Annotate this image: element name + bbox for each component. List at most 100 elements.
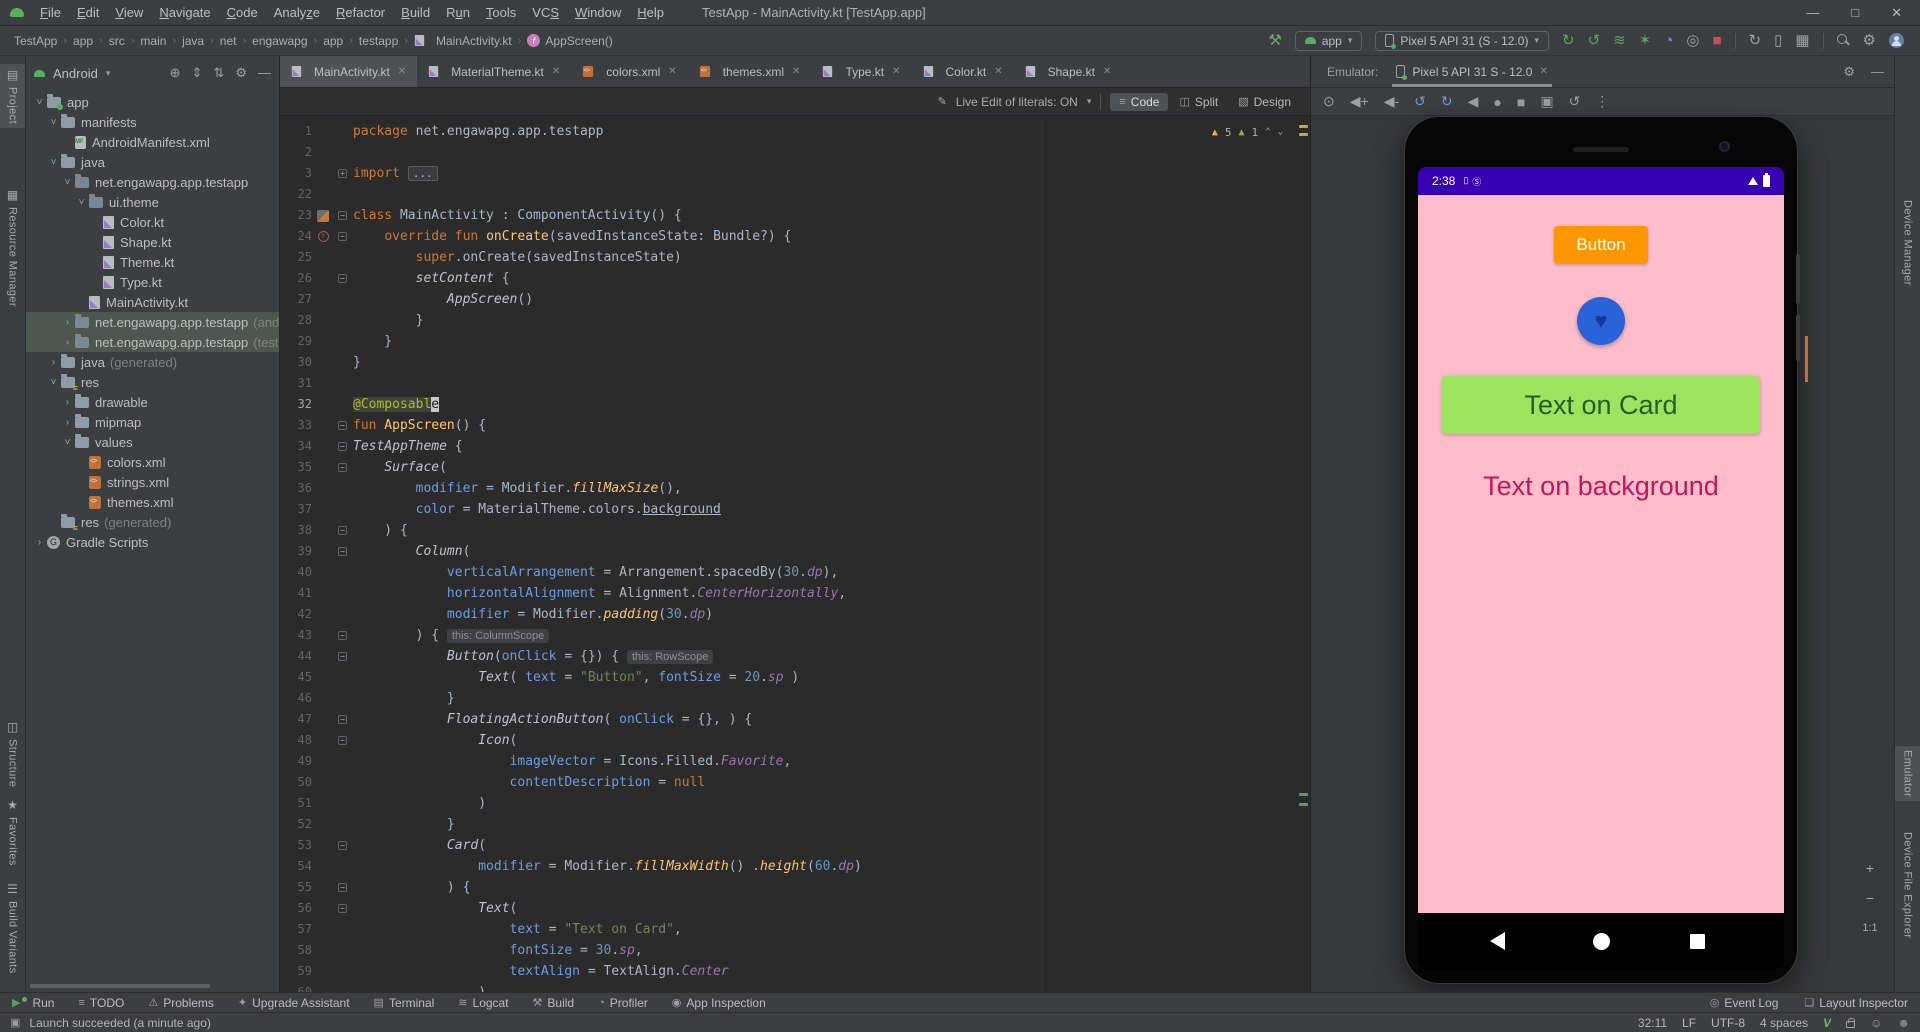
tree-item-ui-theme[interactable]: ˅ ui.theme bbox=[26, 192, 279, 212]
breadcrumb-main[interactable]: main bbox=[140, 34, 166, 48]
device-dropdown[interactable]: Pixel 5 API 31 (S - 12.0) ▾ bbox=[1375, 30, 1549, 51]
tree-collapse-arrow[interactable]: ˅ bbox=[46, 377, 61, 388]
mode-split[interactable]: ◫ Split bbox=[1170, 93, 1227, 111]
menu-analyze[interactable]: Analyze bbox=[266, 5, 328, 20]
fold-collapse-icon[interactable]: − bbox=[338, 652, 347, 661]
fold-collapse-icon[interactable]: − bbox=[338, 232, 347, 241]
breadcrumb-java[interactable]: java bbox=[182, 34, 204, 48]
tree-item-res[interactable]: ˅ res bbox=[26, 372, 279, 392]
tree-item-manifests[interactable]: ˅ manifests bbox=[26, 112, 279, 132]
code-line[interactable]: 60 ) bbox=[280, 982, 1310, 992]
android-home-button[interactable] bbox=[1593, 932, 1610, 950]
zoom-out-button[interactable]: − bbox=[1857, 887, 1883, 909]
home-icon[interactable]: ● bbox=[1493, 94, 1501, 110]
tree-item-values[interactable]: ˅ values bbox=[26, 432, 279, 452]
tree-item-net-engawapg-app-testapp-androidtest[interactable]: › net.engawapg.app.testapp(androidTest) bbox=[26, 312, 279, 332]
code-line[interactable]: 26 − setContent { bbox=[280, 268, 1310, 289]
feedback-smiley-icon[interactable]: ☺ bbox=[1870, 1016, 1882, 1030]
notifications-icon[interactable]: ☻ bbox=[1897, 1016, 1910, 1030]
breadcrumb-net[interactable]: net bbox=[220, 34, 237, 48]
code-line[interactable]: 46 } bbox=[280, 688, 1310, 709]
menu-build[interactable]: Build bbox=[393, 5, 438, 20]
code-line[interactable]: 29 } bbox=[280, 331, 1310, 352]
sidebar-tab-build-variants[interactable]: ☰ Build Variants bbox=[0, 878, 25, 978]
chevron-down-icon[interactable]: ▾ bbox=[106, 68, 111, 79]
fold-collapse-icon[interactable]: − bbox=[338, 883, 347, 892]
sidebar-tab-structure[interactable]: ◫ Structure bbox=[0, 716, 25, 791]
tree-item-color-kt[interactable]: Color.kt bbox=[26, 212, 279, 232]
tree-item-mipmap[interactable]: › mipmap bbox=[26, 412, 279, 432]
tab-materialtheme-kt[interactable]: MaterialTheme.kt ✕ bbox=[417, 56, 571, 87]
volume-down-icon[interactable]: ◀- bbox=[1384, 93, 1399, 110]
code-line[interactable]: 49 imageVector = Icons.Filled.Favorite, bbox=[280, 751, 1310, 772]
code-line[interactable]: 45 Text( text = "Button", fontSize = 20.… bbox=[280, 667, 1310, 688]
code-line[interactable]: 31 bbox=[280, 373, 1310, 394]
mode-code[interactable]: ≡ Code bbox=[1110, 92, 1169, 111]
code-line[interactable]: 36 modifier = Modifier.fillMaxSize(), bbox=[280, 478, 1310, 499]
code-line[interactable]: 48 − Icon( bbox=[280, 730, 1310, 751]
toolwindow-todo[interactable]: ≡ TODO bbox=[78, 996, 124, 1010]
tree-item-drawable[interactable]: › drawable bbox=[26, 392, 279, 412]
minimize-button[interactable]: — bbox=[1806, 5, 1819, 21]
tree-item-gradle-scripts[interactable]: › Gradle Scripts bbox=[26, 532, 279, 552]
tree-item-app[interactable]: ˅ app bbox=[26, 92, 279, 112]
run-config-dropdown[interactable]: app ▾ bbox=[1294, 30, 1363, 51]
fold-collapse-icon[interactable]: − bbox=[338, 841, 347, 850]
attach-debugger-button[interactable]: ◎ bbox=[1686, 33, 1699, 48]
app-fab[interactable]: ♥ bbox=[1577, 297, 1625, 345]
menu-window[interactable]: Window bbox=[567, 5, 629, 20]
settings-icon[interactable]: ⚙ bbox=[235, 65, 247, 81]
run-button[interactable]: ↻ bbox=[1562, 33, 1575, 48]
live-edit-toggle[interactable]: Live Edit of literals: ON bbox=[956, 95, 1078, 109]
tree-item-net-engawapg-app-testapp-test[interactable]: › net.engawapg.app.testapp(test) bbox=[26, 332, 279, 352]
fold-collapse-icon[interactable]: − bbox=[338, 631, 347, 640]
close-icon[interactable]: ✕ bbox=[1539, 66, 1547, 77]
sidebar-tab-favorites[interactable]: ★ Favorites bbox=[0, 794, 25, 870]
close-icon[interactable]: ✕ bbox=[792, 66, 800, 77]
tree-item-res-generated[interactable]: res(generated) bbox=[26, 512, 279, 532]
snapshots-icon[interactable]: ↺ bbox=[1569, 93, 1581, 110]
volume-up-icon[interactable]: ◀+ bbox=[1350, 93, 1369, 110]
tree-item-colors-xml[interactable]: colors.xml bbox=[26, 452, 279, 472]
phone-screen[interactable]: 2:38 ▯ Ⓢ Button ♥ Text on Card Text on ba… bbox=[1418, 167, 1784, 969]
tree-item-shape-kt[interactable]: Shape.kt bbox=[26, 232, 279, 252]
overview-icon[interactable]: ■ bbox=[1517, 94, 1525, 110]
build-hammer-icon[interactable]: ⚒ bbox=[1268, 33, 1281, 48]
tree-item-type-kt[interactable]: Type.kt bbox=[26, 272, 279, 292]
code-line[interactable]: 57 text = "Text on Card", bbox=[280, 919, 1310, 940]
code-line[interactable]: 56 − Text( bbox=[280, 898, 1310, 919]
code-line[interactable]: 39 − Column( bbox=[280, 541, 1310, 562]
close-icon[interactable]: ✕ bbox=[994, 66, 1002, 77]
emulator-settings-icon[interactable]: ⚙ bbox=[1843, 64, 1855, 80]
code-line[interactable]: 53 − Card( bbox=[280, 835, 1310, 856]
zoom-reset-button[interactable]: 1:1 bbox=[1857, 917, 1883, 939]
menu-help[interactable]: Help bbox=[629, 5, 672, 20]
prev-issue-button[interactable]: ⌃ bbox=[1265, 122, 1270, 143]
fold-collapse-icon[interactable]: − bbox=[338, 274, 347, 283]
fold-collapse-icon[interactable]: − bbox=[338, 211, 347, 220]
tree-expand-arrow[interactable]: › bbox=[60, 397, 75, 408]
code-line[interactable]: 24 ↑ − override fun onCreate(savedInstance… bbox=[280, 226, 1310, 247]
expand-all-icon[interactable]: ⇕ bbox=[192, 65, 203, 81]
tree-collapse-arrow[interactable]: ˅ bbox=[60, 177, 75, 188]
fold-collapse-icon[interactable]: − bbox=[338, 421, 347, 430]
apply-code-changes-button[interactable]: ≋ bbox=[1613, 33, 1626, 48]
breadcrumb-mainactivity-kt[interactable]: MainActivity.kt bbox=[414, 34, 512, 48]
menu-file[interactable]: File bbox=[32, 5, 69, 20]
toolwindow-upgrade-assistant[interactable]: ✦ Upgrade Assistant bbox=[238, 996, 350, 1010]
zoom-in-button[interactable]: + bbox=[1857, 857, 1883, 879]
tree-item-androidmanifest-xml[interactable]: AndroidManifest.xml bbox=[26, 132, 279, 152]
settings-icon[interactable]: ⚙ bbox=[1863, 33, 1876, 48]
android-recents-button[interactable] bbox=[1690, 933, 1705, 949]
menu-refactor[interactable]: Refactor bbox=[328, 5, 393, 20]
toolwindow-event-log[interactable]: ◎ Event Log bbox=[1710, 996, 1779, 1010]
tree-expand-arrow[interactable]: › bbox=[60, 337, 75, 348]
tab-color-kt[interactable]: Color.kt ✕ bbox=[912, 56, 1014, 87]
fold-collapse-icon[interactable]: − bbox=[338, 547, 347, 556]
fold-collapse-icon[interactable]: − bbox=[338, 442, 347, 451]
code-line[interactable]: 47 − FloatingActionButton( onClick = {}, … bbox=[280, 709, 1310, 730]
caret-position[interactable]: 32:11 bbox=[1638, 1016, 1667, 1030]
power-icon[interactable]: ⊙ bbox=[1323, 93, 1335, 110]
profile-button[interactable]: ◔ bbox=[1664, 33, 1673, 48]
tree-item-java-generated[interactable]: › java (generated) bbox=[26, 352, 279, 372]
